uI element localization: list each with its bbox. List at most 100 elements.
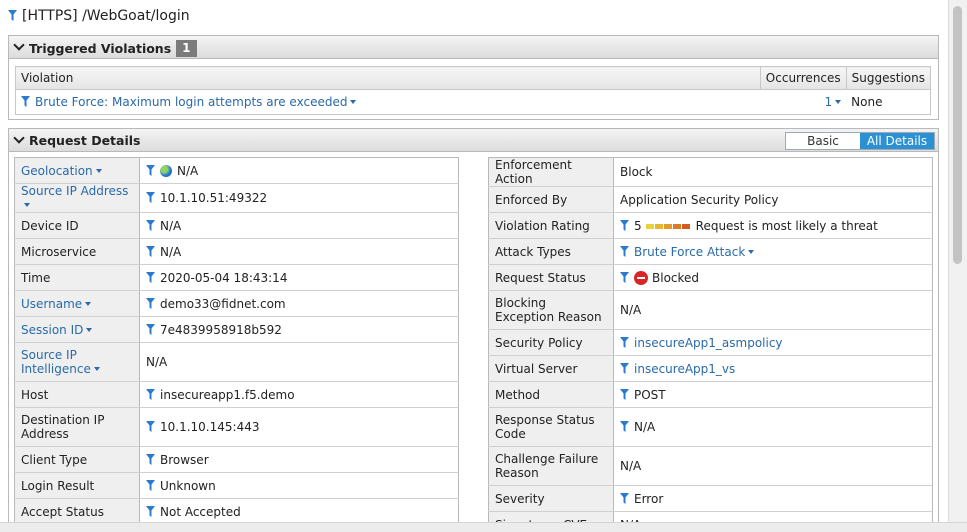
dropdown-caret-icon[interactable]	[95, 168, 102, 173]
violation-link[interactable]: Brute Force: Maximum login attempts are …	[35, 95, 347, 109]
filter-icon[interactable]	[620, 336, 629, 348]
violations-table: Violation Occurrences Suggestions Brute …	[15, 66, 931, 115]
filter-icon[interactable]	[620, 245, 629, 257]
time-value: 2020-05-04 18:43:14	[160, 270, 288, 285]
scrollbar-thumb[interactable]	[953, 6, 962, 264]
violations-header[interactable]: Triggered Violations 1	[9, 36, 938, 59]
login-result-label: Login Result	[14, 472, 140, 499]
filter-icon[interactable]	[620, 492, 629, 504]
violation-cell: Brute Force: Maximum login attempts are …	[16, 90, 761, 115]
details-table-left: Geolocation N/A Source IP Address 10.1.10.…	[14, 157, 459, 525]
dropdown-caret-icon[interactable]	[748, 249, 755, 254]
dropdown-caret-icon[interactable]	[85, 301, 92, 306]
accept-status-label: Accept Status	[14, 498, 140, 525]
destination-ip-value: 10.1.10.145:443	[160, 420, 260, 434]
challenge-failure-label: Challenge Failure Reason	[488, 446, 614, 486]
device-id-value: N/A	[160, 218, 182, 233]
detail-row-attack-types: Attack Types Brute Force Attack	[488, 238, 933, 265]
detail-row-client-type: Client Type Browser	[14, 446, 459, 473]
blocking-exception-label: Blocking Exception Reason	[488, 290, 614, 330]
request-details-panel: Request Details Basic All Details Geoloc…	[8, 128, 939, 530]
filter-icon[interactable]	[146, 164, 155, 176]
filter-icon[interactable]	[146, 323, 155, 335]
table-row: Brute Force: Maximum login attempts are …	[16, 90, 931, 115]
virtual-server-link[interactable]: insecureApp1_vs	[634, 362, 735, 376]
session-id-link[interactable]: Session ID	[21, 323, 83, 337]
username-value: demo33@fidnet.com	[160, 296, 286, 311]
filter-icon[interactable]	[620, 421, 629, 432]
detail-row-source-ip: Source IP Address 10.1.10.51:49322	[14, 183, 459, 213]
column-header-occurrences[interactable]: Occurrences	[759, 66, 847, 90]
violation-rating-label: Violation Rating	[488, 212, 614, 239]
detail-row-time: Time 2020-05-04 18:43:14	[14, 264, 459, 291]
filter-icon[interactable]	[146, 271, 155, 283]
filter-icon[interactable]	[620, 219, 629, 231]
request-details-header[interactable]: Request Details Basic All Details	[9, 129, 938, 152]
violations-count-badge: 1	[176, 40, 197, 57]
occurrences-link[interactable]: 1	[825, 95, 833, 109]
response-status-code-label: Response Status Code	[488, 407, 614, 447]
all-details-button[interactable]: All Details	[860, 133, 934, 149]
severity-label: Severity	[488, 485, 614, 512]
suggestions-cell: None	[851, 95, 883, 109]
column-header-suggestions[interactable]: Suggestions	[845, 66, 931, 90]
filter-icon[interactable]	[146, 245, 155, 257]
details-table-right: Enforcement Action Block Enforced By Appli…	[488, 157, 933, 529]
dropdown-caret-icon[interactable]	[86, 327, 93, 332]
filter-icon[interactable]	[620, 362, 629, 374]
collapse-chevron-icon[interactable]	[13, 132, 25, 144]
vertical-scrollbar[interactable]	[948, 0, 967, 522]
detail-row-host: Host insecureapp1.f5.demo	[14, 381, 459, 408]
accept-status-value: Not Accepted	[160, 504, 241, 519]
source-ip-intelligence-link[interactable]: Source IP Intelligence	[21, 348, 91, 376]
time-label: Time	[14, 264, 140, 291]
occurrences-cell: 1	[760, 90, 846, 115]
request-status-value: Blocked	[652, 270, 700, 285]
detail-row-destination-ip: Destination IP Address 10.1.10.145:443	[14, 407, 459, 447]
page-title: [HTTPS] /WebGoat/login	[8, 8, 190, 24]
filter-icon[interactable]	[620, 271, 629, 283]
detail-row-username: Username demo33@fidnet.com	[14, 290, 459, 317]
destination-ip-label: Destination IP Address	[14, 407, 140, 447]
security-policy-link[interactable]: insecureApp1_asmpolicy	[634, 336, 783, 350]
detail-row-challenge-failure: Challenge Failure Reason N/A	[488, 446, 933, 486]
detail-row-enforcement-action: Enforcement Action Block	[488, 157, 933, 187]
column-header-violation[interactable]: Violation	[15, 66, 761, 90]
detail-row-method: Method POST	[488, 381, 933, 408]
violations-title: Triggered Violations	[29, 41, 172, 56]
detail-row-blocking-exception: Blocking Exception Reason N/A	[488, 290, 933, 330]
dropdown-caret-icon[interactable]	[350, 100, 357, 104]
filter-icon[interactable]	[146, 388, 155, 400]
enforcement-action-label: Enforcement Action	[488, 157, 614, 187]
detail-row-virtual-server: Virtual Server insecureApp1_vs	[488, 355, 933, 382]
filter-icon[interactable]	[8, 10, 17, 21]
filter-icon[interactable]	[146, 297, 155, 309]
filter-icon[interactable]	[620, 388, 629, 400]
username-link[interactable]: Username	[21, 297, 82, 311]
violation-rating-value: 5	[634, 218, 642, 233]
dropdown-caret-icon[interactable]	[93, 367, 100, 371]
filter-icon[interactable]	[146, 421, 155, 432]
basic-view-button[interactable]: Basic	[786, 133, 860, 149]
response-status-code-value: N/A	[634, 420, 656, 434]
geolocation-link[interactable]: Geolocation	[21, 164, 93, 178]
blocked-icon	[634, 270, 648, 285]
source-ip-link[interactable]: Source IP Address	[21, 184, 128, 198]
details-view-toggle: Basic All Details	[785, 132, 935, 150]
dropdown-caret-icon[interactable]	[24, 203, 30, 207]
collapse-chevron-icon[interactable]	[13, 39, 25, 51]
detail-row-severity: Severity Error	[488, 485, 933, 512]
filter-icon[interactable]	[146, 192, 155, 203]
title-bar: [HTTPS] /WebGoat/login	[0, 0, 948, 32]
filter-icon[interactable]	[146, 505, 155, 517]
dropdown-caret-icon[interactable]	[835, 100, 842, 104]
filter-icon[interactable]	[21, 96, 30, 107]
detail-row-session-id: Session ID 7e4839958918b592	[14, 316, 459, 343]
filter-icon[interactable]	[146, 479, 155, 491]
filter-icon[interactable]	[146, 453, 155, 465]
geolocation-value: N/A	[177, 163, 199, 178]
attack-type-link[interactable]: Brute Force Attack	[634, 245, 745, 259]
filter-icon[interactable]	[146, 219, 155, 231]
enforced-by-value: Application Security Policy	[613, 186, 933, 213]
client-type-label: Client Type	[14, 446, 140, 473]
